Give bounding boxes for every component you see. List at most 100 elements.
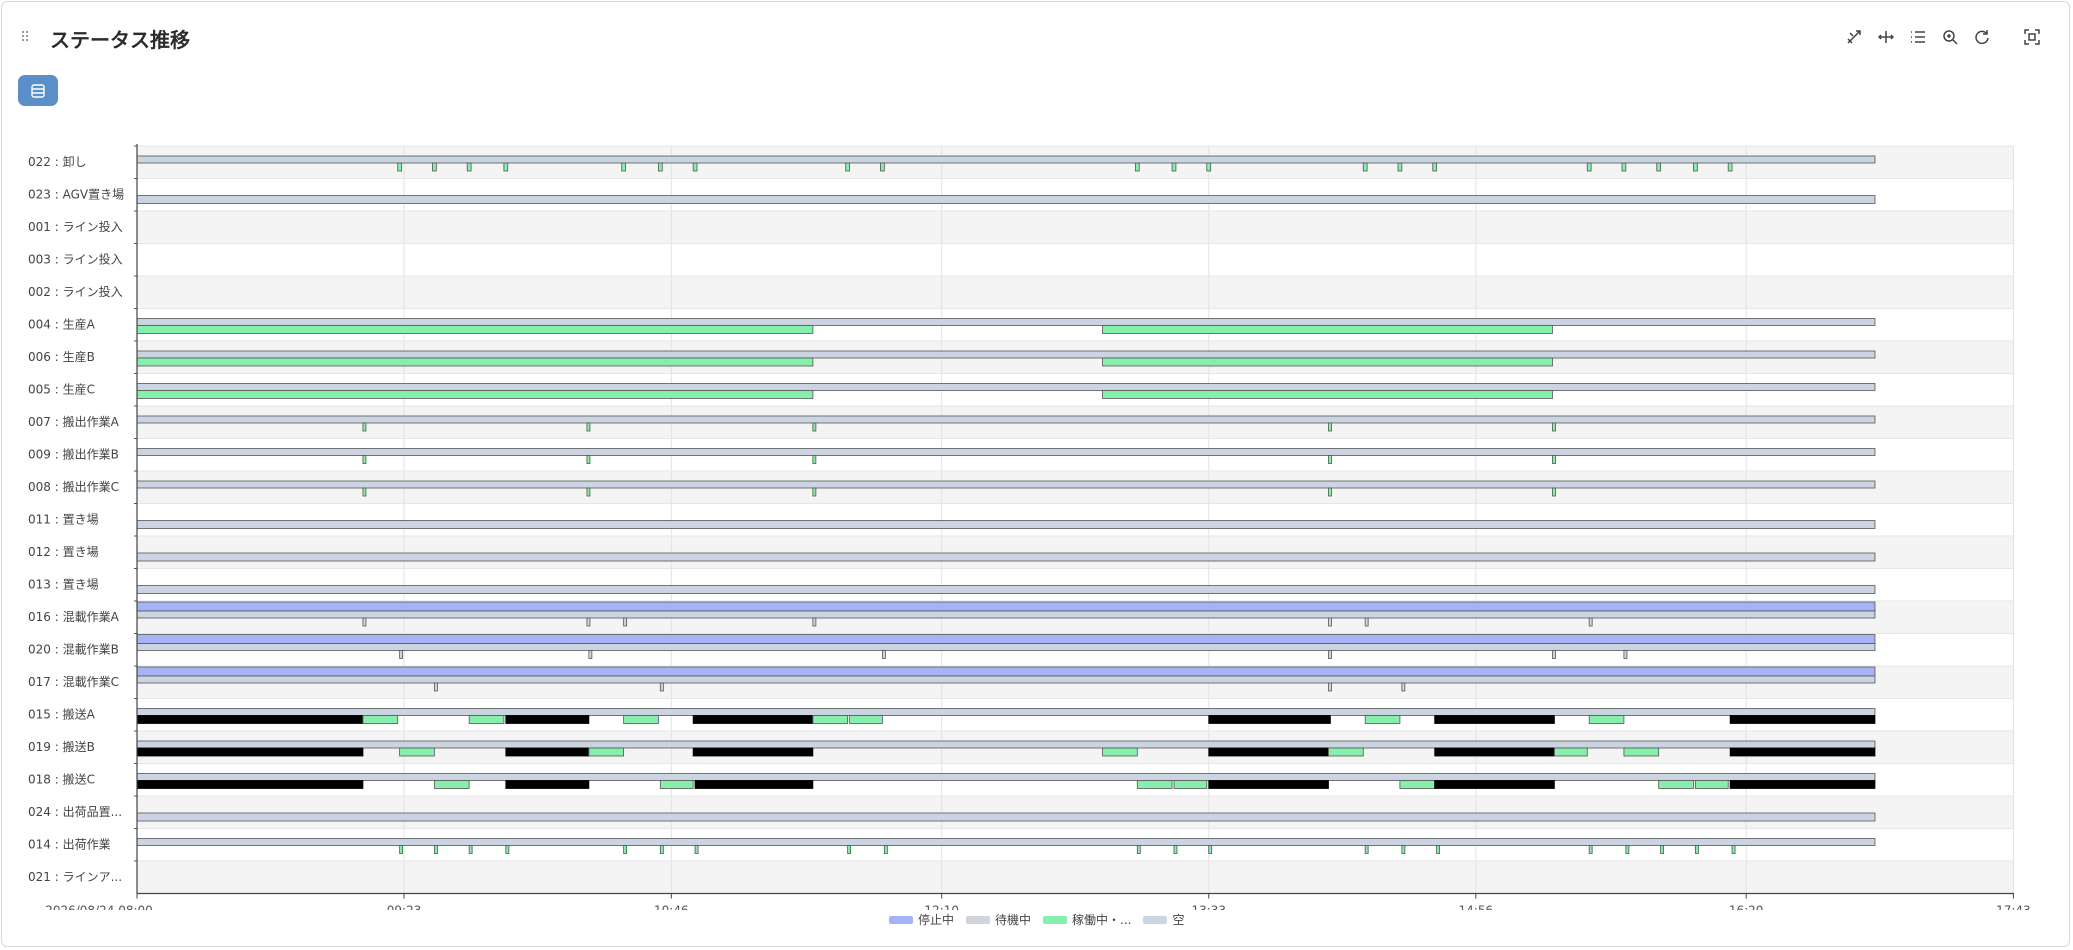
- status-bar[interactable]: [362, 487, 367, 497]
- status-bar[interactable]: [433, 780, 470, 789]
- status-bar[interactable]: [694, 780, 814, 789]
- status-bar[interactable]: [1729, 715, 1876, 724]
- status-bar[interactable]: [1364, 617, 1369, 627]
- status-bar[interactable]: [466, 162, 472, 172]
- status-bar[interactable]: [1328, 617, 1332, 627]
- status-bar[interactable]: [1731, 845, 1736, 854]
- status-bar[interactable]: [136, 552, 1876, 562]
- status-bar[interactable]: [1588, 617, 1593, 627]
- status-bar[interactable]: [623, 845, 628, 854]
- status-bar[interactable]: [1397, 162, 1403, 172]
- status-bar[interactable]: [1660, 845, 1665, 854]
- status-bar[interactable]: [136, 601, 1876, 612]
- status-bar[interactable]: [1208, 780, 1329, 789]
- status-bar[interactable]: [468, 845, 473, 854]
- status-bar[interactable]: [1171, 162, 1177, 172]
- status-bar[interactable]: [1328, 650, 1332, 659]
- status-bar[interactable]: [1623, 747, 1660, 757]
- status-bar[interactable]: [588, 747, 625, 757]
- status-bar[interactable]: [845, 162, 850, 172]
- status-bar[interactable]: [136, 610, 1876, 619]
- status-bar[interactable]: [623, 617, 628, 627]
- status-bar[interactable]: [136, 812, 1876, 822]
- status-bar[interactable]: [136, 634, 1876, 644]
- legend-item[interactable]: 空: [1143, 911, 1185, 928]
- status-bar[interactable]: [1102, 325, 1553, 334]
- status-bar[interactable]: [1432, 162, 1438, 172]
- status-bar[interactable]: [1328, 747, 1364, 757]
- status-bar[interactable]: [883, 845, 888, 854]
- status-bar[interactable]: [1434, 780, 1555, 789]
- status-bar[interactable]: [136, 318, 1876, 326]
- status-bar[interactable]: [1399, 780, 1436, 789]
- status-bar[interactable]: [1208, 747, 1329, 757]
- status-bar[interactable]: [692, 715, 814, 724]
- status-bar[interactable]: [136, 350, 1876, 359]
- status-bar[interactable]: [1729, 780, 1876, 789]
- status-bar[interactable]: [1694, 780, 1729, 789]
- status-bar[interactable]: [432, 162, 437, 172]
- status-bar[interactable]: [136, 675, 1876, 684]
- status-bar[interactable]: [433, 682, 438, 692]
- status-bar[interactable]: [433, 845, 438, 854]
- status-bar[interactable]: [812, 617, 817, 627]
- status-bar[interactable]: [1434, 747, 1555, 757]
- status-bar[interactable]: [1552, 487, 1556, 497]
- status-bar[interactable]: [1588, 715, 1625, 724]
- status-bar[interactable]: [136, 448, 1876, 456]
- status-bar[interactable]: [586, 422, 591, 432]
- status-bar[interactable]: [362, 715, 399, 724]
- status-bar[interactable]: [136, 325, 814, 334]
- status-bar[interactable]: [1552, 422, 1556, 432]
- status-bar[interactable]: [1328, 487, 1332, 497]
- status-bar[interactable]: [1134, 162, 1140, 172]
- status-bar[interactable]: [136, 740, 1876, 749]
- status-bar[interactable]: [136, 773, 1876, 781]
- status-bar[interactable]: [1434, 715, 1555, 724]
- status-bar[interactable]: [880, 162, 885, 172]
- status-bar[interactable]: [1693, 162, 1698, 172]
- status-bar[interactable]: [136, 155, 1876, 164]
- status-bar[interactable]: [136, 838, 1876, 846]
- status-bar[interactable]: [1173, 845, 1178, 854]
- status-bar[interactable]: [1401, 845, 1406, 854]
- status-bar[interactable]: [1364, 845, 1369, 854]
- status-bar[interactable]: [812, 715, 849, 724]
- status-bar[interactable]: [1208, 845, 1213, 854]
- status-bar[interactable]: [136, 715, 364, 724]
- status-bar[interactable]: [659, 845, 664, 854]
- status-bar[interactable]: [397, 162, 402, 172]
- status-bar[interactable]: [136, 383, 1876, 391]
- status-bar[interactable]: [1658, 780, 1694, 789]
- status-bar[interactable]: [1102, 747, 1138, 757]
- status-bar[interactable]: [136, 480, 1876, 489]
- status-bar[interactable]: [1552, 455, 1556, 464]
- status-bar[interactable]: [1206, 162, 1212, 172]
- status-bar[interactable]: [694, 845, 699, 854]
- status-bar[interactable]: [588, 650, 593, 659]
- status-bar[interactable]: [1364, 715, 1401, 724]
- status-bar[interactable]: [623, 715, 659, 724]
- status-bar[interactable]: [586, 617, 591, 627]
- status-bar[interactable]: [1694, 845, 1699, 854]
- status-bar[interactable]: [1136, 845, 1141, 854]
- status-bar[interactable]: [692, 747, 814, 757]
- status-bar[interactable]: [1328, 455, 1332, 464]
- status-bar[interactable]: [362, 422, 367, 432]
- status-bar[interactable]: [136, 585, 1876, 594]
- status-bar[interactable]: [659, 780, 694, 789]
- status-bar[interactable]: [505, 747, 590, 757]
- status-bar[interactable]: [1136, 780, 1173, 789]
- status-bar[interactable]: [657, 162, 663, 172]
- status-bar[interactable]: [1328, 422, 1332, 432]
- status-bar[interactable]: [136, 520, 1876, 529]
- status-bar[interactable]: [1102, 390, 1553, 399]
- status-bar[interactable]: [1727, 162, 1733, 172]
- status-bar[interactable]: [812, 487, 817, 497]
- legend-item[interactable]: 停止中: [889, 911, 954, 928]
- status-bar[interactable]: [399, 845, 404, 854]
- status-bar[interactable]: [812, 422, 817, 432]
- status-bar[interactable]: [136, 415, 1876, 424]
- status-bar[interactable]: [1328, 682, 1332, 692]
- status-bar[interactable]: [659, 682, 664, 692]
